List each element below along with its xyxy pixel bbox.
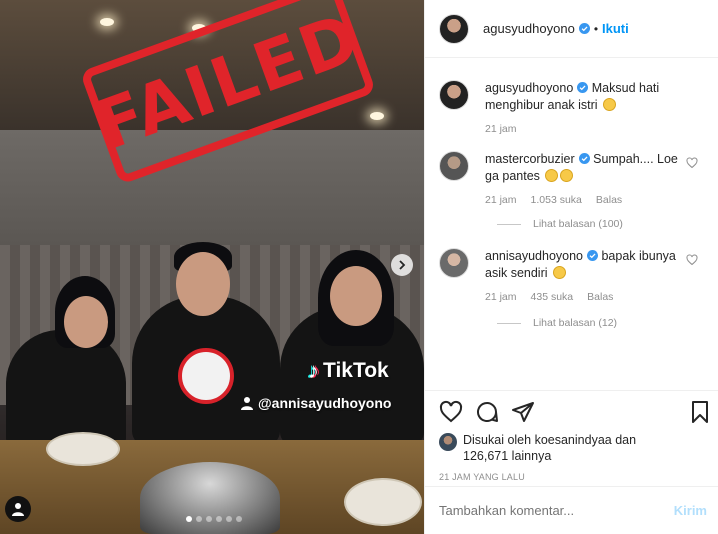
comment-text: annisayudhoyono bapak ibunya asik sendir… [485,248,685,282]
header-separator: • [593,21,599,36]
hotpot [140,462,280,534]
view-replies-button[interactable]: Lihat balasan (12) [497,317,704,329]
caption: agusyudhoyono Maksud hati menghibur anak… [439,80,704,135]
share-send-icon[interactable] [511,400,535,424]
follow-button[interactable]: Ikuti [602,21,629,36]
instagram-post: FAILED ♪ TikTok @annisayudhoyono agusyud… [0,0,718,534]
likes-suffix: lainnya [511,449,552,463]
comment-time[interactable]: 21 jam [485,123,517,135]
tiktok-username-text: @annisayudhoyono [258,395,392,411]
view-replies-label: Lihat balasan (12) [533,317,618,329]
verified-badge-icon [577,82,589,93]
avatar[interactable] [439,13,469,44]
header-username[interactable]: agusyudhoyono [483,21,575,36]
chevron-right-icon [399,260,406,270]
likes-text[interactable]: Disukai oleh koesanindyaa dan 126,671 la… [463,432,636,464]
comment-meta: 21 jam [485,123,685,135]
grinning-emoji-icon [553,266,567,279]
post-sidebar: agusyudhoyono • Ikuti agusyudhoyono Maks… [424,0,718,534]
carousel-indicator [186,516,242,522]
comment: mastercorbuzier Sumpah.... Loe ga pantes… [439,151,704,206]
comment-input[interactable] [439,503,674,518]
avatar[interactable] [439,433,457,451]
person-icon [241,397,253,410]
comment-username[interactable]: annisayudhoyono [485,249,583,263]
replies-divider [497,223,521,225]
comment: annisayudhoyono bapak ibunya asik sendir… [439,248,704,303]
comment-likes[interactable]: 1.053 suka [531,194,582,206]
carousel-dot [186,516,192,522]
avatar[interactable] [439,248,469,278]
replies-divider [497,322,521,324]
comment-username[interactable]: mastercorbuzier [485,152,575,166]
comment-body: annisayudhoyono bapak ibunya asik sendir… [485,248,685,303]
ceiling-light [370,112,384,120]
view-replies-label: Lihat balasan (100) [533,218,623,230]
comment-likes[interactable]: 435 suka [531,291,574,303]
tiktok-icon: ♪ [308,358,319,383]
man-face [176,252,230,316]
carousel-dot [236,516,242,522]
post-header: agusyudhoyono • Ikuti [425,0,718,58]
view-replies-button[interactable]: Lihat balasan (100) [497,218,704,230]
ceiling-light [100,18,114,26]
heart-icon[interactable] [686,254,698,266]
plate [344,478,422,526]
post-timestamp[interactable]: 21 JAM YANG LALU [425,464,718,482]
verified-badge-icon [587,250,598,261]
carousel-dot [206,516,212,522]
next-slide-button[interactable] [391,254,413,276]
reply-button[interactable]: Balas [587,291,613,303]
tiktok-logo-text: TikTok [323,359,389,382]
likes-prefix: Disukai oleh [463,433,532,447]
girl-left-body [6,330,126,450]
heart-icon[interactable] [686,157,698,169]
liker-username[interactable]: koesanindyaa [535,433,612,447]
avatar[interactable] [439,151,469,181]
comment-bubble-icon[interactable] [475,400,499,424]
likes-summary: Disukai oleh koesanindyaa dan 126,671 la… [425,432,718,464]
like-heart-icon[interactable] [439,400,463,424]
verified-badge-icon [578,153,590,164]
comment-meta: 21 jam 1.053 suka Balas [485,194,685,206]
comment-time[interactable]: 21 jam [485,291,517,303]
post-media[interactable]: FAILED ♪ TikTok @annisayudhoyono [0,0,424,534]
tiktok-username: @annisayudhoyono [240,395,391,411]
tiktok-watermark: ♪ TikTok [308,358,389,384]
comment-username[interactable]: agusyudhoyono [485,81,573,95]
bookmark-icon[interactable] [688,400,712,424]
person-icon [12,503,24,516]
comments-list[interactable]: agusyudhoyono Maksud hati menghibur anak… [425,58,718,390]
post-actions [425,390,718,432]
comment-text: agusyudhoyono Maksud hati menghibur anak… [485,80,685,114]
carousel-dot [196,516,202,522]
girl-left-face [64,296,108,348]
tagged-users-button[interactable] [5,496,31,522]
comment-text: mastercorbuzier Sumpah.... Loe ga pantes [485,151,685,185]
girl-right-face [330,266,382,326]
comment-body: agusyudhoyono Maksud hati menghibur anak… [485,80,685,135]
comment-body: mastercorbuzier Sumpah.... Loe ga pantes… [485,151,685,206]
plate [46,432,120,466]
reply-button[interactable]: Balas [596,194,622,206]
carousel-dot [216,516,222,522]
comment-meta: 21 jam 435 suka Balas [485,291,685,303]
verified-badge-icon [578,23,590,34]
post-comment-button[interactable]: Kirim [674,503,707,518]
avatar[interactable] [439,80,469,110]
ghostbusters-logo [178,348,234,404]
add-comment-bar: Kirim [425,486,718,534]
likes-connector: dan [615,433,637,447]
carousel-dot [226,516,232,522]
comment-time[interactable]: 21 jam [485,194,517,206]
rolling-laughing-emoji-icon [560,169,574,182]
rolling-laughing-emoji-icon [545,169,559,182]
likes-count[interactable]: 126,671 [463,449,508,463]
laughing-tears-emoji-icon [603,98,617,111]
